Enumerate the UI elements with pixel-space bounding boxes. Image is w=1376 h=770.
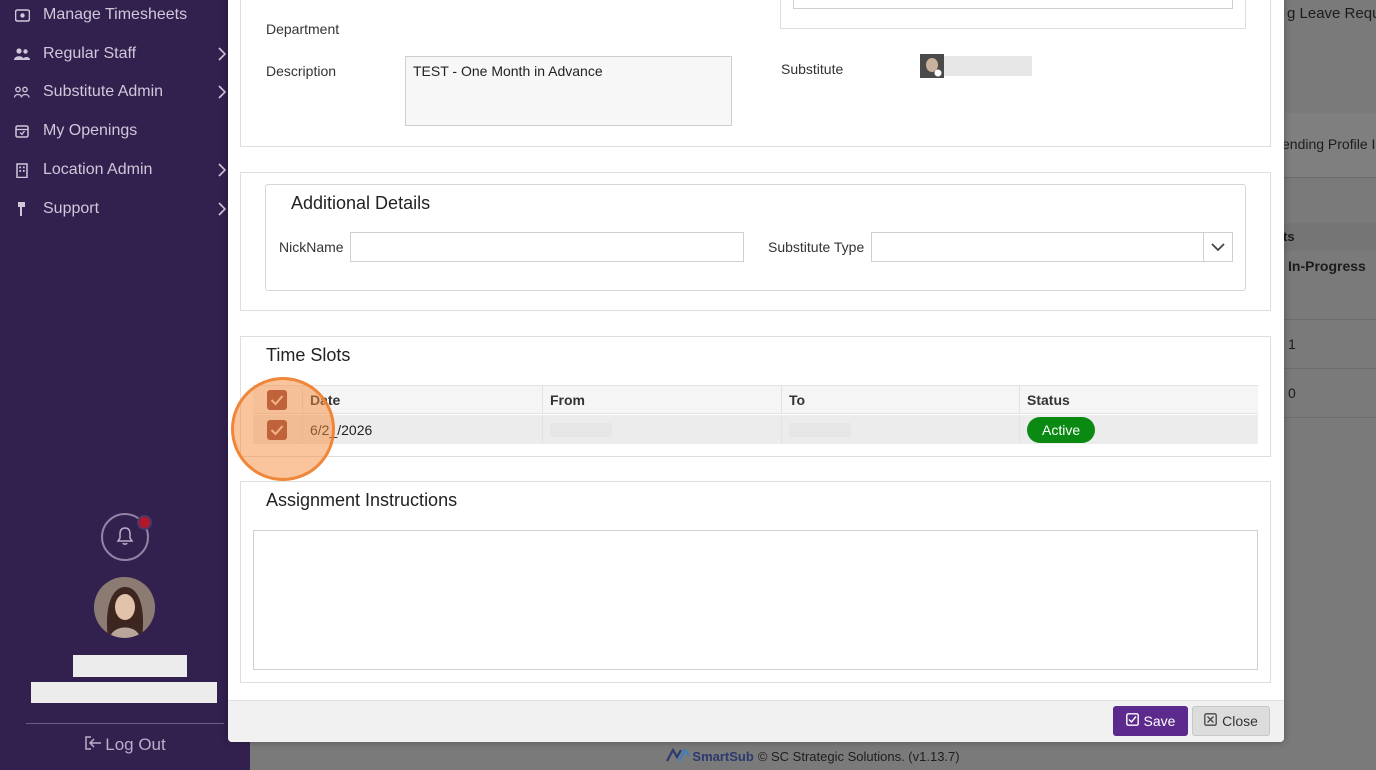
bg-column-header: ts [1283,229,1295,244]
status-badge: Active [1027,416,1096,443]
divider [26,723,224,724]
header-checkbox-cell [253,386,303,413]
sidebar-item-manage-timesheets[interactable]: Manage Timesheets [0,0,250,33]
row-checkbox[interactable] [267,419,287,440]
row-checkbox-cell [253,415,303,444]
bg-row-value: 0 [1288,385,1296,401]
divider [1284,368,1376,369]
substitute-type-label: Substitute Type [768,239,865,255]
date-cell: 6/2_/2026 [303,415,543,444]
save-button[interactable]: Save [1113,706,1188,736]
in-progress-header: In-Progress [1288,258,1366,274]
leave-request-text: g Leave Requ [1287,5,1376,22]
substitute-type-select[interactable] [871,232,1233,262]
nickname-label: NickName [279,239,344,255]
sidebar-item-label: Regular Staff [43,45,137,62]
status-cell: Active [1020,415,1258,444]
description-field[interactable]: TEST - One Month in Advance [405,56,732,126]
sidebar-item-my-openings[interactable]: My Openings [0,113,250,149]
column-header[interactable]: Status [1020,386,1258,413]
user-email-redacted [31,682,217,703]
building-icon [14,162,30,178]
sidebar-item-label: My Openings [43,122,138,139]
avatar[interactable] [94,577,155,638]
logout-label: Log Out [105,735,166,754]
smartsub-logo-icon [666,747,691,766]
table-row[interactable]: 6/2_/2026 Active [253,415,1258,444]
user-name-redacted [73,655,187,677]
close-button[interactable]: Close [1192,706,1270,736]
column-header[interactable]: To [782,386,1020,413]
timesheet-icon [14,7,30,23]
additional-details-title: Additional Details [291,193,431,213]
column-header[interactable]: Date [303,386,543,413]
pending-profile-tab: ending Profile I [1282,136,1376,152]
user-group-icon [14,84,30,100]
select-all-checkbox[interactable] [267,389,287,410]
assignment-instructions-input[interactable] [253,530,1258,670]
save-icon [1125,713,1144,729]
department-label: Department [266,21,340,37]
sidebar-item-label: Manage Timesheets [43,6,188,23]
to-value-redacted [789,422,851,437]
save-label: Save [1143,713,1176,729]
footer-copyright: © SC Strategic Solutions. (v1.13.7) [757,748,960,764]
support-icon [14,201,30,217]
assignment-instructions-title: Assignment Instructions [266,490,458,510]
time-slots-title: Time Slots [266,345,351,365]
notification-badge [137,515,152,530]
calendar-icon [14,123,30,139]
logout-button[interactable]: Log Out [0,731,250,759]
top-field[interactable] [793,0,1233,9]
bg-row-value: 1 [1288,336,1296,352]
sidebar-item-support[interactable]: Support [0,191,250,227]
from-value-redacted [550,422,612,437]
chevron-down-icon [1211,239,1225,255]
close-label: Close [1222,713,1258,729]
bg-band [1284,223,1376,251]
sidebar-item-location-admin[interactable]: Location Admin [0,152,250,188]
description-label: Description [266,63,337,79]
sidebar-item-label: Substitute Admin [43,83,164,100]
substitute-avatar [920,54,944,78]
to-cell [782,415,1020,444]
footer-brand: SmartSub [692,748,754,764]
sidebar-item-regular-staff[interactable]: Regular Staff [0,36,250,72]
column-header[interactable]: From [543,386,782,413]
sidebar-item-substitute-admin[interactable]: Substitute Admin [0,74,250,110]
logout-icon [84,735,105,756]
sidebar-item-label: Location Admin [43,161,153,178]
divider [1284,319,1376,320]
substitute-label: Substitute [781,61,844,77]
bell-icon [116,526,134,549]
from-cell [543,415,782,444]
divider [1284,177,1376,178]
divider [1284,417,1376,418]
substitute-name-redacted [944,56,1032,76]
users-icon [14,46,30,62]
page-footer: SmartSub © SC Strategic Solutions. (v1.1… [250,742,1376,770]
close-icon [1204,713,1222,729]
sidebar-item-label: Support [43,200,100,217]
nickname-input[interactable] [350,232,744,262]
sidebar: Manage Timesheets Regular Staff Substitu… [0,0,250,770]
table-header: Date From To Status [253,385,1258,414]
substitute-type-dropdown[interactable] [1203,233,1232,261]
